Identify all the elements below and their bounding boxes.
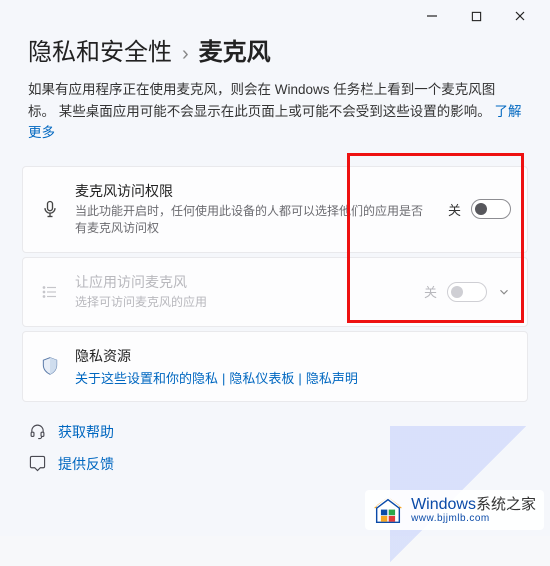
app-access-title: 让应用访问麦克风: [75, 272, 410, 292]
privacy-resources-title: 隐私资源: [75, 346, 511, 366]
privacy-link-about[interactable]: 关于这些设置和你的隐私: [75, 371, 218, 386]
breadcrumb-parent[interactable]: 隐私和安全性: [28, 32, 172, 67]
app-access-card[interactable]: 让应用访问麦克风 选择可访问麦克风的应用 关: [22, 257, 528, 327]
shield-icon: [39, 355, 61, 377]
mic-access-card: 麦克风访问权限 当此功能开启时，任何使用此设备的人都可以选择他们的应用是否有麦克…: [22, 166, 528, 253]
feedback-icon: [28, 455, 46, 473]
app-access-toggle: [447, 282, 487, 302]
headset-icon: [28, 423, 46, 441]
description-text: 如果有应用程序正在使用麦克风，则会在 Windows 任务栏上看到一个麦克风图标…: [28, 82, 495, 119]
mic-access-state: 关: [448, 200, 461, 219]
mic-access-subtitle: 当此功能开启时，任何使用此设备的人都可以选择他们的应用是否有麦克风访问权: [75, 203, 434, 238]
watermark-brand: Windows: [411, 496, 476, 513]
breadcrumb: 隐私和安全性 › 麦克风: [0, 32, 550, 75]
close-button[interactable]: [502, 2, 538, 30]
breadcrumb-current: 麦克风: [199, 32, 271, 67]
privacy-link-dashboard[interactable]: 隐私仪表板: [229, 371, 294, 386]
house-logo-icon: [371, 494, 405, 528]
privacy-link-statement[interactable]: 隐私声明: [306, 371, 358, 386]
feedback-link[interactable]: 提供反馈: [28, 454, 522, 474]
watermark-suffix: 系统之家: [476, 496, 536, 513]
minimize-button[interactable]: [414, 2, 450, 30]
app-access-state: 关: [424, 282, 437, 301]
get-help-label: 获取帮助: [58, 422, 114, 442]
watermark-url: www.bjjmlb.com: [411, 514, 536, 525]
feedback-label: 提供反馈: [58, 454, 114, 474]
chevron-down-icon: [497, 285, 511, 299]
get-help-link[interactable]: 获取帮助: [28, 422, 522, 442]
mic-access-title: 麦克风访问权限: [75, 181, 434, 201]
breadcrumb-separator: ›: [182, 43, 189, 66]
maximize-button[interactable]: [458, 2, 494, 30]
microphone-icon: [39, 198, 61, 220]
watermark: Windows系统之家 www.bjjmlb.com: [365, 490, 544, 530]
app-access-subtitle: 选择可访问麦克风的应用: [75, 294, 410, 311]
mic-access-toggle[interactable]: [471, 199, 511, 219]
privacy-resources-card: 隐私资源 关于这些设置和你的隐私|隐私仪表板|隐私声明: [22, 331, 528, 402]
page-description: 如果有应用程序正在使用麦克风，则会在 Windows 任务栏上看到一个麦克风图标…: [0, 75, 550, 148]
list-icon: [39, 281, 61, 303]
